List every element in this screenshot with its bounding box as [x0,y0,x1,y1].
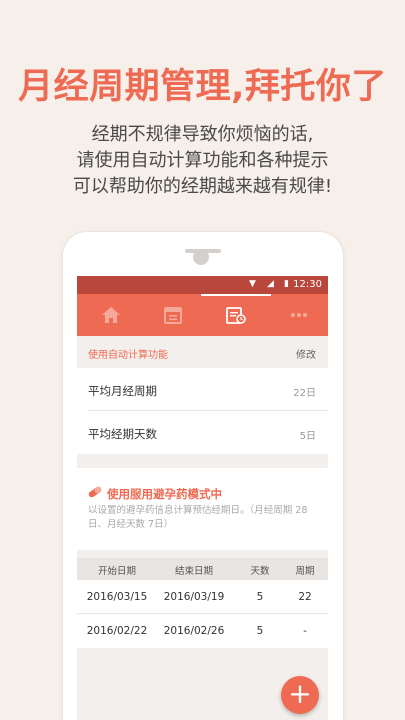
app-screen: ▼ ◢ ▮ 12:30 使用自动计算功能 修改 平均月经周期 22日 平均经期天… [77,276,328,720]
row-cycle: - [303,625,307,637]
phone-camera [193,249,209,265]
status-time: 12:30 [293,279,322,290]
tab-more[interactable] [274,294,324,336]
pill-mode-description: 以设置的避孕药信息计算预估经期日。（月经周期 28日、月经天数 7日） [88,505,308,530]
avg-period-row[interactable]: 平均经期天数 5日 [77,411,328,454]
col-end-date: 结束日期 [174,566,213,577]
battery-icon: ▮ [284,279,289,289]
row-start-date: 2016/03/15 [86,591,148,603]
auto-calc-label: 使用自动计算功能 [88,350,168,361]
col-cycle: 周期 [295,566,315,577]
subtitle-line-3: 可以帮助你的经期越来越有规律! [72,176,333,197]
row-days: 5 [256,591,264,603]
subtitle-line-1: 经期不规律导致你烦恼的话, [91,124,314,145]
tab-records[interactable] [211,294,261,336]
avg-period-value: 5日 [299,431,316,442]
status-bar: ▼ ◢ ▮ 12:30 [77,276,328,294]
subtitle-line-2: 请使用自动计算功能和各种提示 [76,150,329,171]
headline: 月经周期管理,拜托你了 [18,67,387,107]
tab-bar [77,294,328,336]
home-icon [102,307,120,323]
pill-mode-title: 使用服用避孕药模式中 [107,487,222,501]
edit-button[interactable]: 修改 [296,346,316,361]
wifi-icon: ▼ [249,279,256,289]
add-record-button[interactable]: + [281,676,319,714]
col-start-date: 开始日期 [97,566,136,577]
records-icon [226,307,246,324]
auto-calc-header: 使用自动计算功能 修改 [77,336,328,368]
avg-cycle-row[interactable]: 平均月经周期 22日 [77,368,328,411]
row-cycle: 22 [298,591,312,603]
active-tab-indicator [201,294,271,296]
calendar-icon [164,307,182,324]
row-start-date: 2016/02/22 [86,625,148,637]
col-days: 天数 [250,566,270,577]
pill-mode-card[interactable]: 使用服用避孕药模式中 以设置的避孕药信息计算预估经期日。（月经周期 28日、月经… [77,468,328,550]
tab-home[interactable] [86,294,136,336]
avg-cycle-label: 平均月经周期 [88,384,157,398]
avg-period-label: 平均经期天数 [88,427,157,441]
avg-cycle-value: 22日 [293,388,316,399]
row-end-date: 2016/03/19 [163,591,225,603]
tab-calendar[interactable] [149,294,199,336]
pill-icon [88,486,102,498]
signal-icon: ◢ [267,279,274,289]
table-row[interactable]: 2016/03/15 2016/03/19 5 22 [77,580,328,614]
history-table-header: 开始日期 结束日期 天数 周期 [77,558,328,580]
row-days: 5 [256,625,264,637]
table-row[interactable]: 2016/02/22 2016/02/26 5 - [77,614,328,648]
row-end-date: 2016/02/26 [163,625,225,637]
more-icon [291,313,307,317]
